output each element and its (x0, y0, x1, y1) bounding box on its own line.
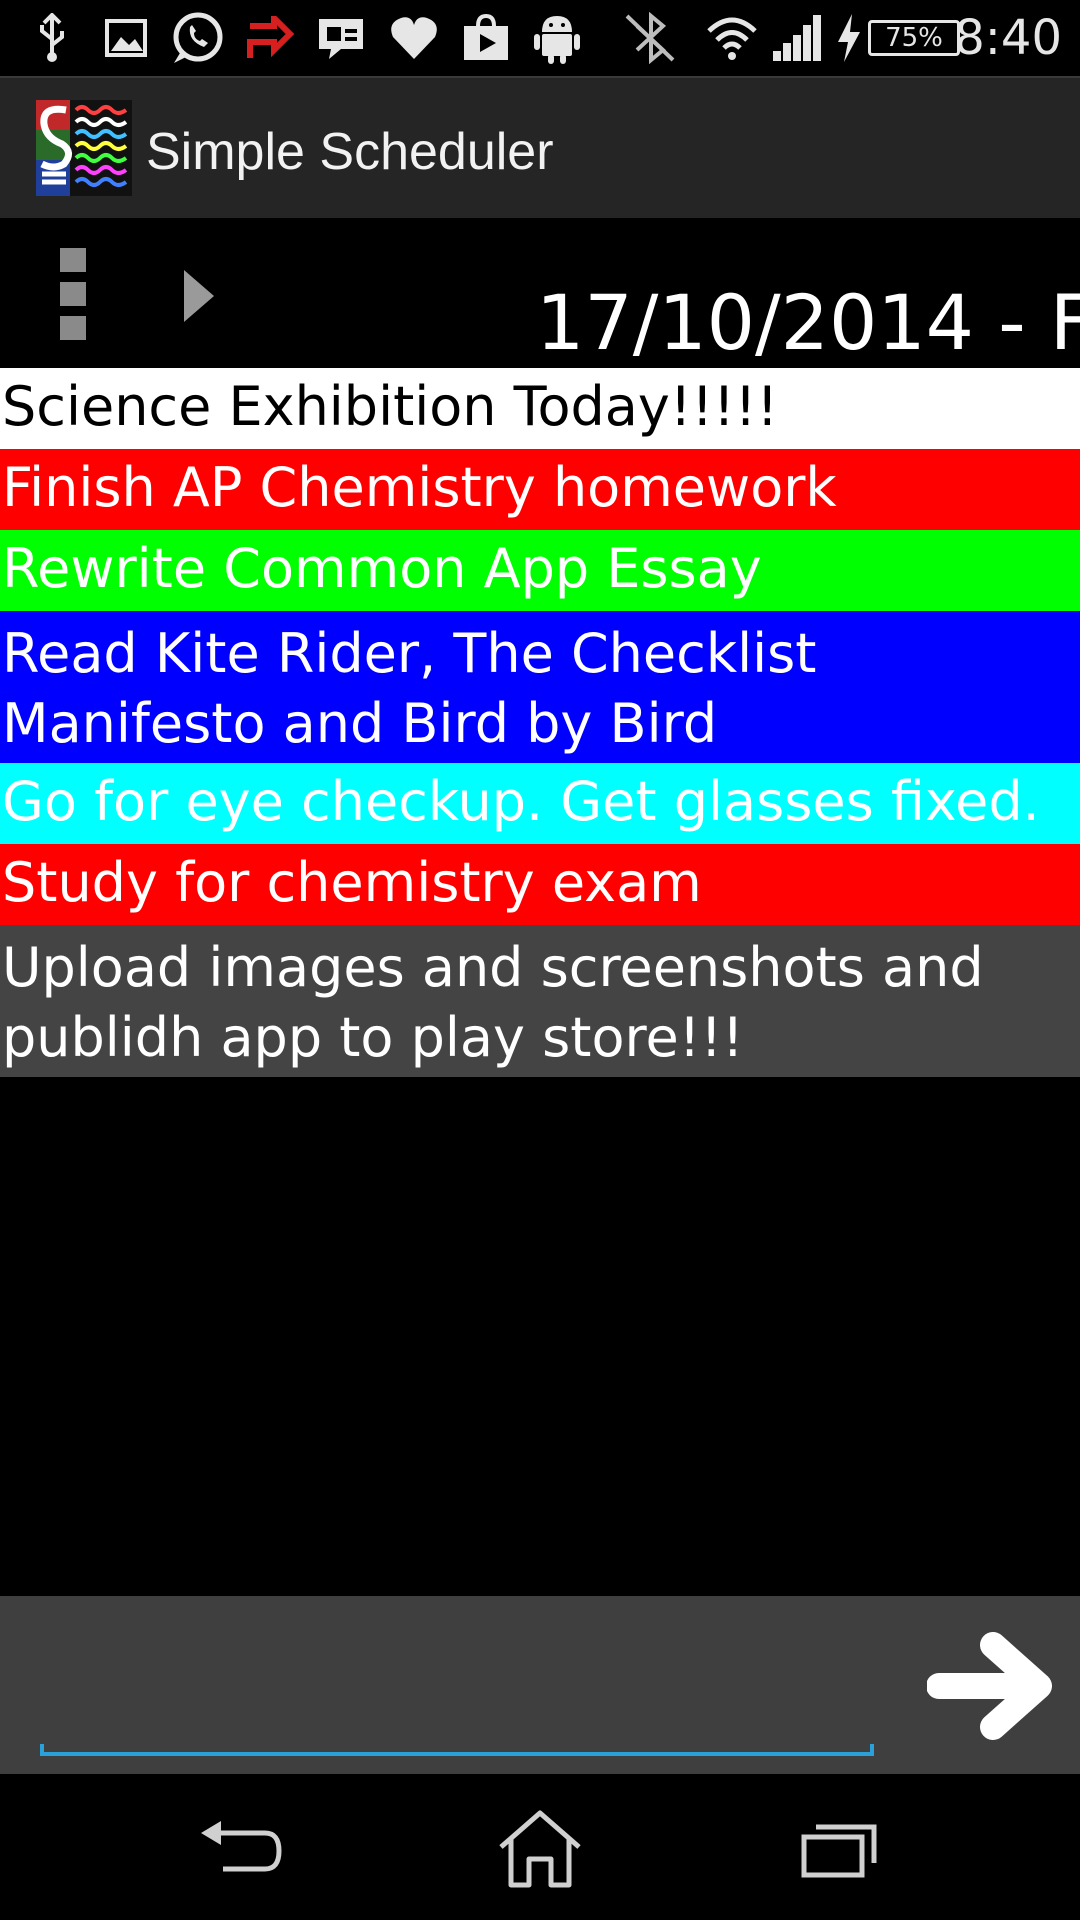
recent-apps-icon (801, 1824, 877, 1878)
signal-icon (772, 10, 822, 66)
app-logo-icon (36, 100, 132, 196)
bluetooth-off-icon (622, 10, 678, 66)
charging-icon (834, 10, 864, 66)
wifi-icon (706, 10, 758, 66)
overflow-menu-icon[interactable] (60, 248, 90, 340)
clock: 8:40 (954, 10, 1062, 66)
task-list: Science Exhibition Today!!!!! Finish AP … (0, 368, 1080, 1077)
store-bag-icon (460, 10, 512, 66)
task-item[interactable]: Read Kite Rider, The Checklist Manifesto… (0, 611, 1080, 763)
task-item[interactable]: Science Exhibition Today!!!!! (0, 368, 1080, 449)
app-title: Simple Scheduler (146, 123, 554, 181)
task-item[interactable]: Study for chemistry exam (0, 844, 1080, 925)
right-arrow-icon (927, 1632, 1052, 1740)
message-icon (316, 10, 366, 66)
next-day-arrow-icon[interactable] (184, 270, 214, 322)
back-icon (201, 1821, 282, 1872)
home-button[interactable] (480, 1804, 600, 1894)
task-item[interactable]: Go for eye checkup. Get glasses fixed. (0, 763, 1080, 844)
system-nav-bar (0, 1774, 1080, 1920)
task-item[interactable]: Rewrite Common App Essay (0, 530, 1080, 611)
current-date[interactable]: 17/10/2014 - Fri (536, 278, 1080, 367)
back-button[interactable] (180, 1804, 300, 1894)
add-task-button[interactable] (922, 1626, 1062, 1746)
task-item[interactable]: Finish AP Chemistry homework (0, 449, 1080, 530)
new-task-input[interactable] (40, 1656, 874, 1736)
new-task-bar (0, 1596, 1080, 1774)
input-underline (40, 1744, 874, 1756)
image-icon (102, 10, 150, 66)
usb-icon (30, 10, 74, 66)
app-bar: Simple Scheduler (0, 76, 1080, 218)
battery-level: 75% (885, 23, 943, 53)
heart-icon (388, 10, 440, 66)
android-icon (532, 10, 582, 66)
battery-icon: 75% (868, 20, 960, 56)
whatsapp-icon (168, 10, 226, 66)
date-navigation: 17/10/2014 - Fri (0, 218, 1080, 368)
status-bar: 75% 8:40 (0, 0, 1080, 76)
home-icon (499, 1810, 581, 1888)
task-item[interactable]: Upload images and screenshots and publid… (0, 925, 1080, 1077)
upload-arrow-icon (244, 10, 296, 66)
recent-apps-button[interactable] (780, 1804, 900, 1894)
